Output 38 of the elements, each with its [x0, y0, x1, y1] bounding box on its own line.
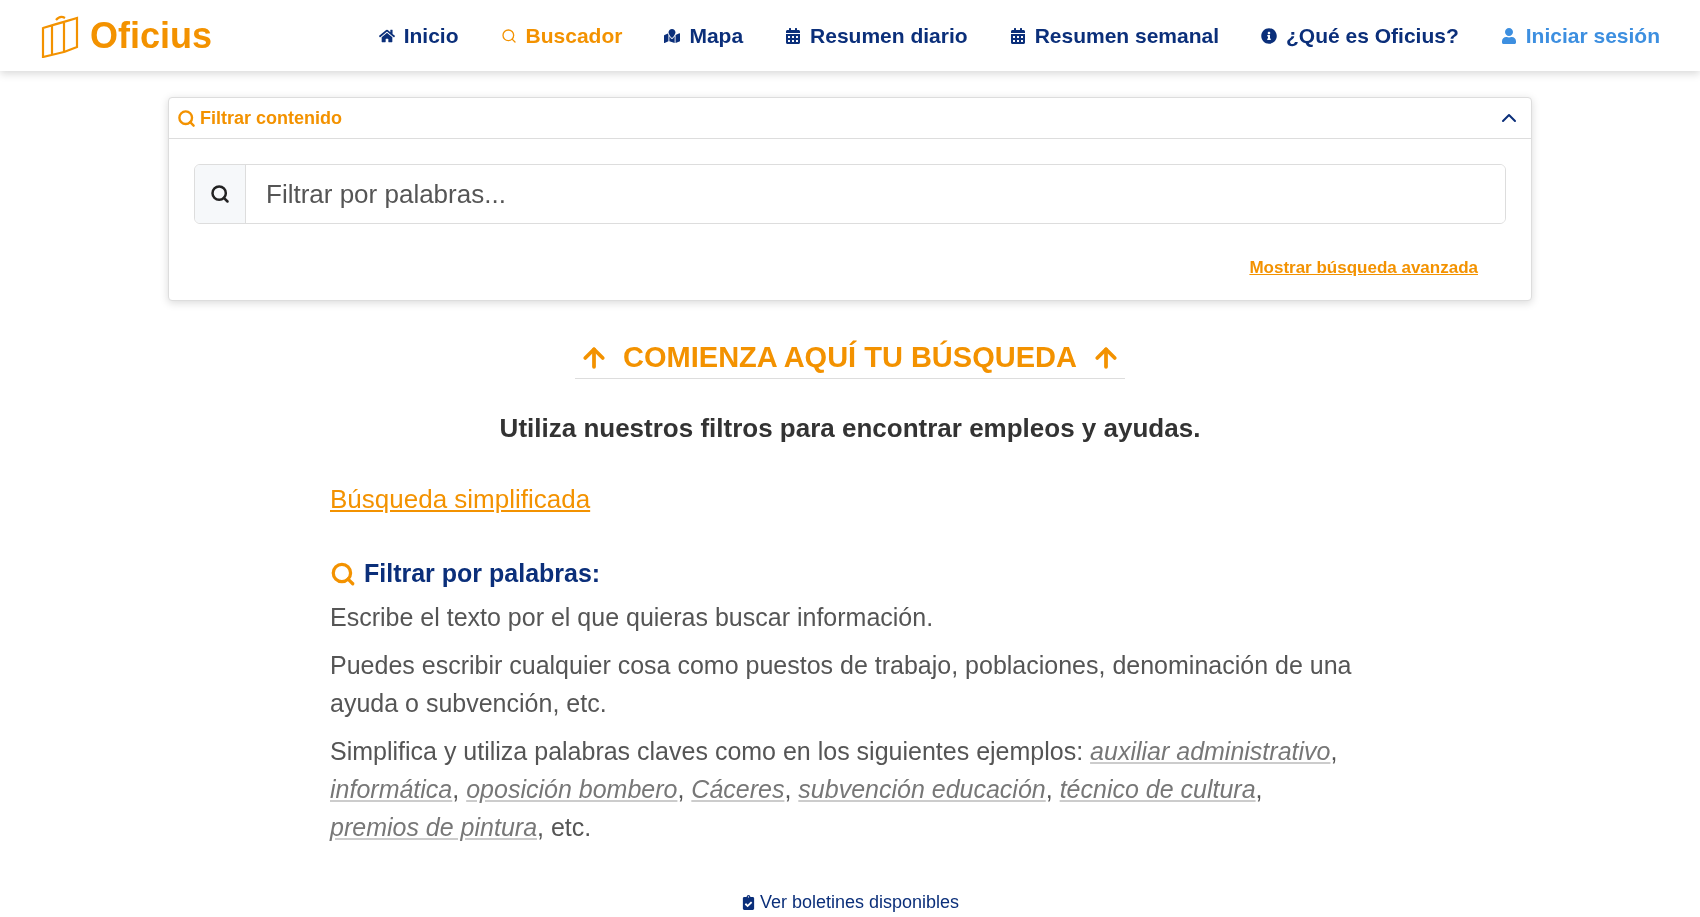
help-paragraph: Puedes escribir cualquier cosa como puestos de trabajo, poblaciones, denominación de una ayuda o subvención, etc. [330, 650, 1353, 719]
home-icon [378, 27, 395, 44]
example-link[interactable]: informática [330, 775, 453, 803]
nav-link[interactable]: Buscador [500, 23, 623, 48]
nav-link[interactable]: Iniciar sesión [1500, 23, 1660, 48]
simple-search-link[interactable]: Búsqueda simplificada [330, 484, 591, 515]
suitcase-icon [40, 13, 80, 58]
subtitle: Utiliza nuestros filtros para encontrar empleos y ayudas. [499, 413, 1201, 444]
advanced-search-link[interactable]: Mostrar búsqueda avanzada [1249, 258, 1478, 278]
search-field[interactable]: Filtrar por palabras... [194, 164, 1506, 224]
help-paragraph: Simplifica y utiliza palabras claves como en los siguientes ejemplos: auxiliar administrativo, informática, oposición bombero, Cáceres, subvención educación, técnico de cultura, premios de pintura, etc. [330, 736, 1339, 843]
info-icon [1261, 27, 1278, 44]
example-link[interactable]: Cáceres [691, 775, 785, 803]
example-link[interactable]: subvención educación [798, 775, 1046, 803]
example-link[interactable]: técnico de cultura [1059, 775, 1256, 803]
search-icon [210, 184, 230, 204]
calendar-icon [1009, 27, 1026, 44]
nav-link[interactable]: Mapa [664, 23, 744, 48]
example-link[interactable]: auxiliar administrativo [1090, 737, 1331, 765]
panel-title[interactable]: Filtrar contenido [177, 107, 342, 129]
help-paragraph: Escribe el texto por el que quieras buscar información. [330, 602, 935, 633]
nav-link[interactable]: Resumen diario [785, 23, 968, 48]
bulletins-link[interactable]: Ver boletines disponibles [740, 892, 960, 913]
map-icon [664, 27, 681, 44]
search-icon [330, 560, 356, 587]
brand-name[interactable]: Oficius [90, 14, 213, 57]
hero-text: COMIENZA AQUÍ TU BÚSQUEDA [623, 341, 1077, 374]
nav-link[interactable]: Inicio [378, 23, 459, 48]
calendar-icon [785, 27, 802, 44]
nav-link[interactable]: Resumen semanal [1009, 23, 1220, 48]
search-icon [500, 27, 517, 44]
help-heading: Filtrar por palabras: [364, 559, 601, 588]
example-link[interactable]: premios de pintura [330, 813, 538, 841]
search-icon [177, 108, 196, 128]
example-link[interactable]: oposición bombero [466, 775, 678, 803]
nav-link[interactable]: ¿Qué es Oficius? [1261, 23, 1459, 48]
clipboard-check-icon [740, 895, 756, 910]
user-icon [1500, 27, 1517, 44]
